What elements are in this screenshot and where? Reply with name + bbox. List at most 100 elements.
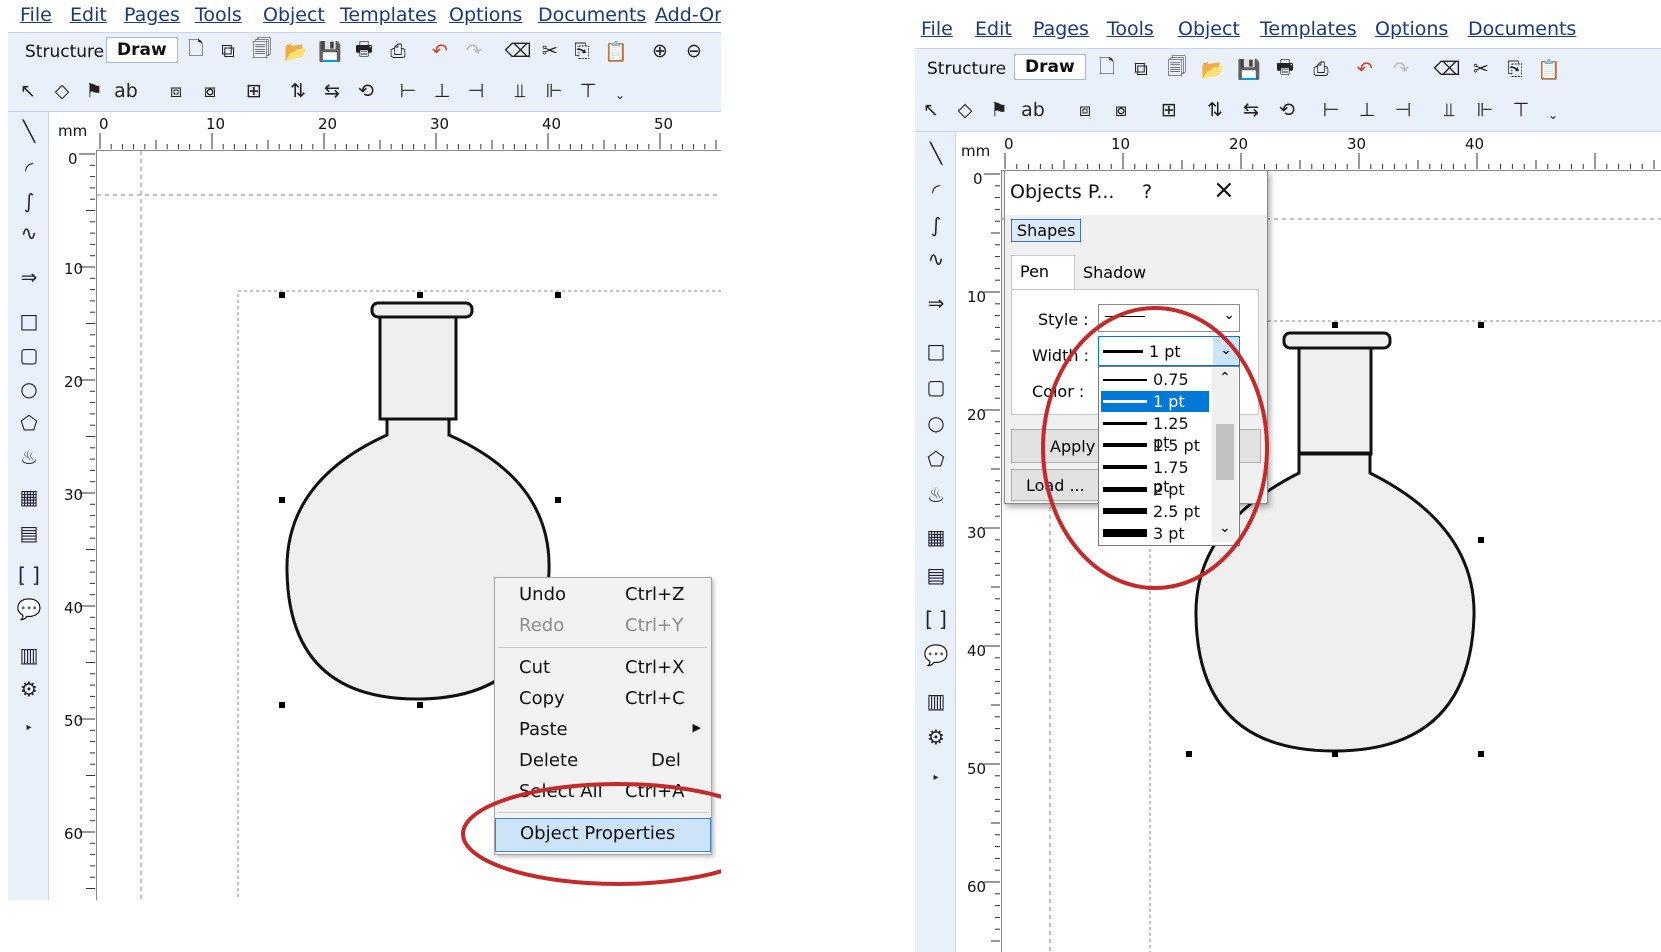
menu-file[interactable]: File bbox=[921, 18, 953, 40]
polyline-tool-icon[interactable]: ∿ bbox=[923, 246, 949, 272]
polygon-tool-icon[interactable]: ⬠ bbox=[16, 410, 42, 436]
ellipse-tool-icon[interactable]: ○ bbox=[923, 410, 949, 436]
snap-grid-icon[interactable]: ⊞ bbox=[1157, 98, 1181, 122]
menu-pages[interactable]: Pages bbox=[124, 4, 180, 26]
menu-file[interactable]: File bbox=[20, 4, 52, 26]
curve-tool-icon[interactable]: ∫ bbox=[923, 212, 949, 238]
cut-icon[interactable]: ✂ bbox=[1469, 57, 1493, 81]
align-center-icon[interactable]: ⊥ bbox=[430, 79, 454, 103]
tab-draw[interactable]: Draw bbox=[106, 37, 178, 63]
tab-pen[interactable]: Pen bbox=[1011, 255, 1075, 290]
arrow-tool-icon[interactable]: ⇒ bbox=[923, 290, 949, 316]
cut-icon[interactable]: ✂ bbox=[538, 39, 562, 63]
menu-paste[interactable]: Paste ▶ bbox=[495, 715, 711, 745]
menu-pages[interactable]: Pages bbox=[1033, 18, 1089, 40]
table-tool-icon[interactable]: ▤ bbox=[16, 520, 42, 546]
select-pointer-icon[interactable]: ↖ bbox=[919, 98, 943, 122]
align-middle-icon[interactable]: ⊩ bbox=[542, 79, 566, 103]
flip-horizontal-icon[interactable]: ⇆ bbox=[320, 79, 344, 103]
menu-object[interactable]: Object bbox=[1178, 18, 1240, 40]
paste-icon[interactable]: 📋 bbox=[1537, 57, 1561, 81]
flag-icon[interactable]: ⚑ bbox=[987, 98, 1011, 122]
save-icon[interactable]: 💾 bbox=[1237, 57, 1261, 81]
ungroup-icon[interactable]: ⧇ bbox=[1109, 98, 1133, 122]
flip-horizontal-icon[interactable]: ⇆ bbox=[1239, 98, 1263, 122]
align-top-icon[interactable]: ⊤ bbox=[576, 79, 600, 103]
bracket-tool-icon[interactable]: [ ] bbox=[923, 606, 949, 632]
new-page-icon[interactable]: 🗋 bbox=[184, 38, 208, 63]
template-icon[interactable]: 🗐 bbox=[250, 38, 274, 63]
toolbar-overflow-icon[interactable]: ⌄ bbox=[608, 83, 632, 107]
frame-tool-icon[interactable]: ▦ bbox=[923, 524, 949, 550]
bracket-tool-icon[interactable]: [ ] bbox=[16, 562, 42, 588]
align-left-icon[interactable]: ⊢ bbox=[396, 79, 420, 103]
menu-copy[interactable]: Copy Ctrl+C bbox=[495, 684, 711, 714]
menu-documents[interactable]: Documents bbox=[1468, 18, 1576, 40]
open-icon[interactable]: 📂 bbox=[284, 39, 308, 63]
group-icon[interactable]: ⧈ bbox=[164, 79, 188, 103]
align-right-icon[interactable]: ⊣ bbox=[464, 79, 488, 103]
paste-icon[interactable]: 📋 bbox=[604, 39, 628, 63]
rectangle-tool-icon[interactable]: □ bbox=[923, 338, 949, 364]
copy-icon[interactable]: ⎘ bbox=[570, 39, 594, 63]
copy-icon[interactable]: ⎘ bbox=[1503, 57, 1527, 81]
text-field-icon[interactable]: ab bbox=[114, 79, 138, 103]
eraser-icon[interactable]: ⌫ bbox=[1434, 57, 1461, 81]
pdf-icon[interactable]: ⎙ bbox=[1309, 57, 1333, 81]
pdf-icon[interactable]: ⎙ bbox=[386, 39, 410, 63]
tab-structure[interactable]: Structure bbox=[927, 59, 1006, 79]
flip-vertical-icon[interactable]: ⇅ bbox=[1203, 98, 1227, 122]
group-icon[interactable]: ⧈ bbox=[1073, 98, 1097, 122]
menu-options[interactable]: Options bbox=[449, 4, 522, 26]
line-tool-icon[interactable]: ╲ bbox=[923, 140, 949, 166]
menu-redo[interactable]: Redo Ctrl+Y bbox=[495, 611, 711, 641]
menu-object[interactable]: Object bbox=[263, 4, 325, 26]
tab-shadow[interactable]: Shadow bbox=[1083, 263, 1146, 282]
zoom-in-icon[interactable]: ⊕ bbox=[648, 39, 672, 63]
tab-structure[interactable]: Structure bbox=[25, 42, 104, 62]
menu-options[interactable]: Options bbox=[1375, 18, 1448, 40]
print-icon[interactable]: 🖶 bbox=[352, 38, 376, 63]
print-icon[interactable]: 🖶 bbox=[1273, 56, 1297, 81]
image-tool-icon[interactable]: ♨ bbox=[16, 444, 42, 470]
open-icon[interactable]: 📂 bbox=[1201, 57, 1225, 81]
rotate-icon[interactable]: ⟲ bbox=[1275, 98, 1299, 122]
menu-tools[interactable]: Tools bbox=[1107, 18, 1154, 40]
tab-draw[interactable]: Draw bbox=[1014, 54, 1086, 80]
arc-tool-icon[interactable]: ◜ bbox=[923, 178, 949, 204]
align-middle-icon[interactable]: ⊩ bbox=[1473, 98, 1497, 122]
polygon-tool-icon[interactable]: ⬠ bbox=[923, 446, 949, 472]
snap-grid-icon[interactable]: ⊞ bbox=[242, 79, 266, 103]
layout-tool-icon[interactable]: ▥ bbox=[923, 688, 949, 714]
callout-tool-icon[interactable]: 💬 bbox=[16, 596, 42, 622]
flag-icon[interactable]: ⚑ bbox=[82, 79, 106, 103]
rotate-icon[interactable]: ⟲ bbox=[354, 79, 378, 103]
flip-vertical-icon[interactable]: ⇅ bbox=[286, 79, 310, 103]
frame-tool-icon[interactable]: ▦ bbox=[16, 484, 42, 510]
line-tool-icon[interactable]: ╲ bbox=[16, 118, 42, 144]
undo-icon[interactable]: ↶ bbox=[428, 39, 452, 63]
menu-edit[interactable]: Edit bbox=[975, 18, 1012, 40]
sidebar-more-icon[interactable]: ▸ bbox=[923, 764, 949, 790]
close-button[interactable]: × bbox=[1213, 175, 1235, 205]
rectangle-tool-icon[interactable]: □ bbox=[16, 308, 42, 334]
layout-tool-icon[interactable]: ▥ bbox=[16, 642, 42, 668]
menu-add-on[interactable]: Add-On bbox=[655, 4, 721, 26]
arc-tool-icon[interactable]: ◜ bbox=[16, 156, 42, 182]
polyline-tool-icon[interactable]: ∿ bbox=[16, 220, 42, 246]
fill-icon[interactable]: ◇ bbox=[50, 79, 74, 103]
menu-templates[interactable]: Templates bbox=[340, 4, 437, 26]
menu-cut[interactable]: Cut Ctrl+X bbox=[495, 653, 711, 683]
redo-icon[interactable]: ↷ bbox=[462, 39, 486, 63]
zoom-tool-icon[interactable]: ⚙ bbox=[923, 724, 949, 750]
menu-tools[interactable]: Tools bbox=[195, 4, 242, 26]
table-tool-icon[interactable]: ▤ bbox=[923, 562, 949, 588]
menu-documents[interactable]: Documents bbox=[538, 4, 646, 26]
curve-tool-icon[interactable]: ∫ bbox=[16, 188, 42, 214]
align-right-icon[interactable]: ⊣ bbox=[1391, 98, 1415, 122]
redo-icon[interactable]: ↷ bbox=[1389, 57, 1413, 81]
tab-shapes[interactable]: Shapes bbox=[1011, 219, 1082, 242]
align-left-icon[interactable]: ⊢ bbox=[1319, 98, 1343, 122]
toolbar-overflow-icon[interactable]: ⌄ bbox=[1541, 103, 1565, 127]
save-icon[interactable]: 💾 bbox=[318, 39, 342, 63]
